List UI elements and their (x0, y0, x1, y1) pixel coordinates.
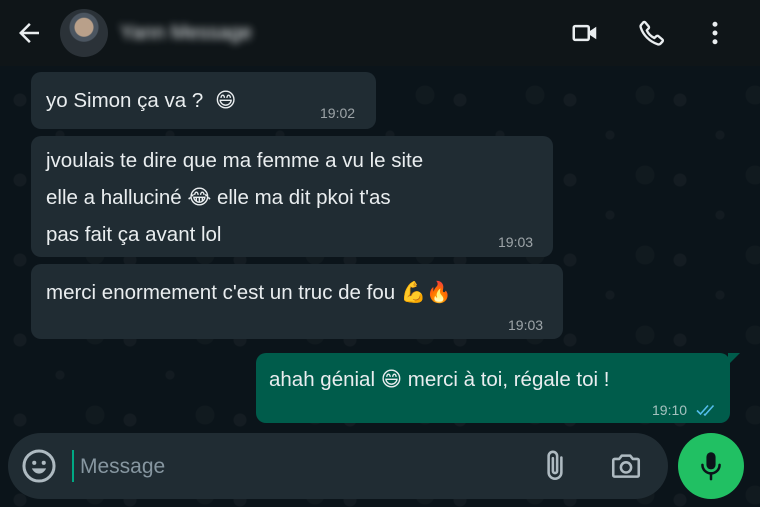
chat-screen: Yann Message yo Simon ça va ? 😄 19:02 jv… (0, 0, 760, 507)
voice-call-button[interactable] (637, 18, 667, 48)
camera-button[interactable] (608, 449, 644, 483)
incoming-message[interactable]: yo Simon ça va ? 😄 19:02 (31, 72, 376, 129)
back-button[interactable] (14, 18, 44, 48)
message-line: pas fait ça avant lol (46, 223, 222, 246)
message-text-part: yo Simon ça va ? (46, 89, 209, 112)
camera-icon (611, 454, 641, 478)
voice-message-button[interactable] (678, 433, 744, 499)
outgoing-message[interactable]: ahah génial 😄 merci à toi, régale toi ! … (256, 353, 740, 423)
message-text-part: ahah génial (269, 368, 381, 391)
message-line: elle a halluciné 😂 elle ma dit pkoi t'as (46, 186, 391, 209)
contact-avatar[interactable] (60, 9, 108, 57)
more-vertical-icon (712, 21, 718, 45)
incoming-message[interactable]: jvoulais te dire que ma femme a vu le si… (31, 136, 553, 257)
microphone-icon (701, 452, 721, 481)
text-caret (72, 450, 74, 482)
phone-icon (639, 20, 665, 46)
message-time: 19:03 (508, 317, 544, 333)
message-time: 19:10 (652, 402, 688, 418)
message-text: ahah génial 😄 merci à toi, régale toi ! (269, 361, 609, 398)
arrow-left-icon (19, 23, 39, 43)
message-text: merci enormement c'est un truc de fou 💪🔥 (46, 274, 452, 311)
emoji-button[interactable] (20, 447, 58, 485)
more-options-button[interactable] (700, 18, 730, 48)
video-call-button[interactable] (570, 18, 600, 48)
grinning-emoji: 😄 (214, 88, 237, 112)
message-time: 19:03 (498, 234, 534, 250)
flexed-biceps-fire-emoji: 💪🔥 (400, 280, 452, 304)
message-text: yo Simon ça va ? 😄 (46, 82, 236, 119)
message-text-part: merci enormement c'est un truc de fou (46, 281, 401, 304)
incoming-message[interactable]: merci enormement c'est un truc de fou 💪🔥… (31, 264, 563, 339)
bubble-tail (728, 353, 740, 365)
contact-name[interactable]: Yann Message (120, 22, 252, 45)
smiley-icon (22, 449, 56, 483)
grinning-emoji: 😄 (380, 367, 403, 391)
message-line: jvoulais te dire que ma femme a vu le si… (46, 149, 424, 172)
attach-button[interactable] (538, 449, 572, 483)
message-time: 19:02 (320, 105, 356, 121)
message-composer (8, 433, 668, 499)
chat-header: Yann Message (0, 0, 760, 66)
paperclip-icon (547, 450, 563, 481)
video-camera-icon (572, 24, 597, 42)
message-input[interactable] (78, 449, 522, 485)
double-check-read-icon (696, 404, 715, 417)
message-text-part: merci à toi, régale toi ! (402, 368, 610, 391)
